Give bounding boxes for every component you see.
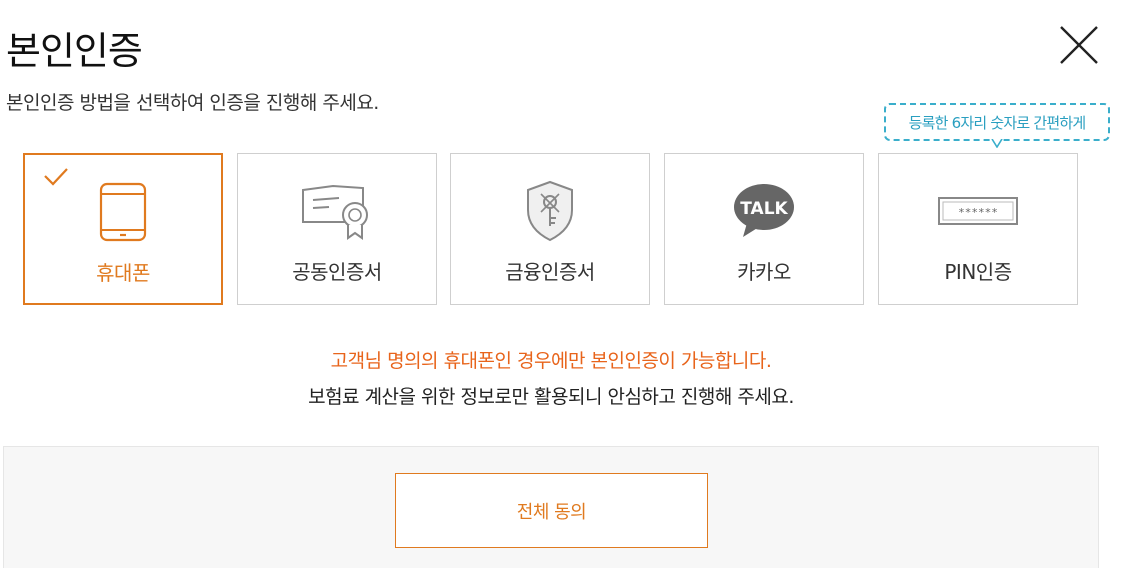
method-pin[interactable]: ****** PIN인증 [878,153,1078,305]
method-mobile[interactable]: 휴대폰 [23,153,223,305]
page-subtitle: 본인인증 방법을 선택하여 인증을 진행해 주세요. [6,92,379,114]
kakao-talk-icon-text: TALK [740,199,788,219]
method-financial-certificate[interactable]: 금융인증서 [450,153,650,305]
method-label: PIN인증 [944,260,1012,284]
mobile-phone-icon [99,182,147,242]
notice-privacy: 보험료 계산을 위한 정보로만 활용되니 안심하고 진행해 주세요. [308,386,794,408]
method-label: 카카오 [737,260,791,284]
kakao-talk-icon: TALK [734,184,794,237]
pin-code-icon-text: ****** [958,206,998,219]
agree-all-button[interactable]: 전체 동의 [395,473,708,548]
certificate-icon [302,184,368,240]
shield-key-icon [527,180,573,242]
method-label: 휴대폰 [96,261,150,285]
pin-code-icon: ****** [938,197,1018,225]
method-joint-certificate[interactable]: 공동인증서 [237,153,437,305]
close-icon [1060,26,1098,64]
method-label: 공동인증서 [292,260,382,284]
method-label: 금융인증서 [505,260,595,284]
pin-tooltip: 등록한 6자리 숫자로 간편하게 [884,103,1110,141]
method-kakao[interactable]: TALK 카카오 [664,153,864,305]
tooltip-tail [991,139,1003,148]
notice-mobile-only: 고객님 명의의 휴대폰인 경우에만 본인인증이 가능합니다. [330,350,772,372]
page-title: 본인인증 [6,29,143,73]
pin-tooltip-text: 등록한 6자리 숫자로 간편하게 [908,113,1086,132]
agreement-panel: 전체 동의 [3,446,1099,568]
close-button[interactable] [1058,24,1100,66]
